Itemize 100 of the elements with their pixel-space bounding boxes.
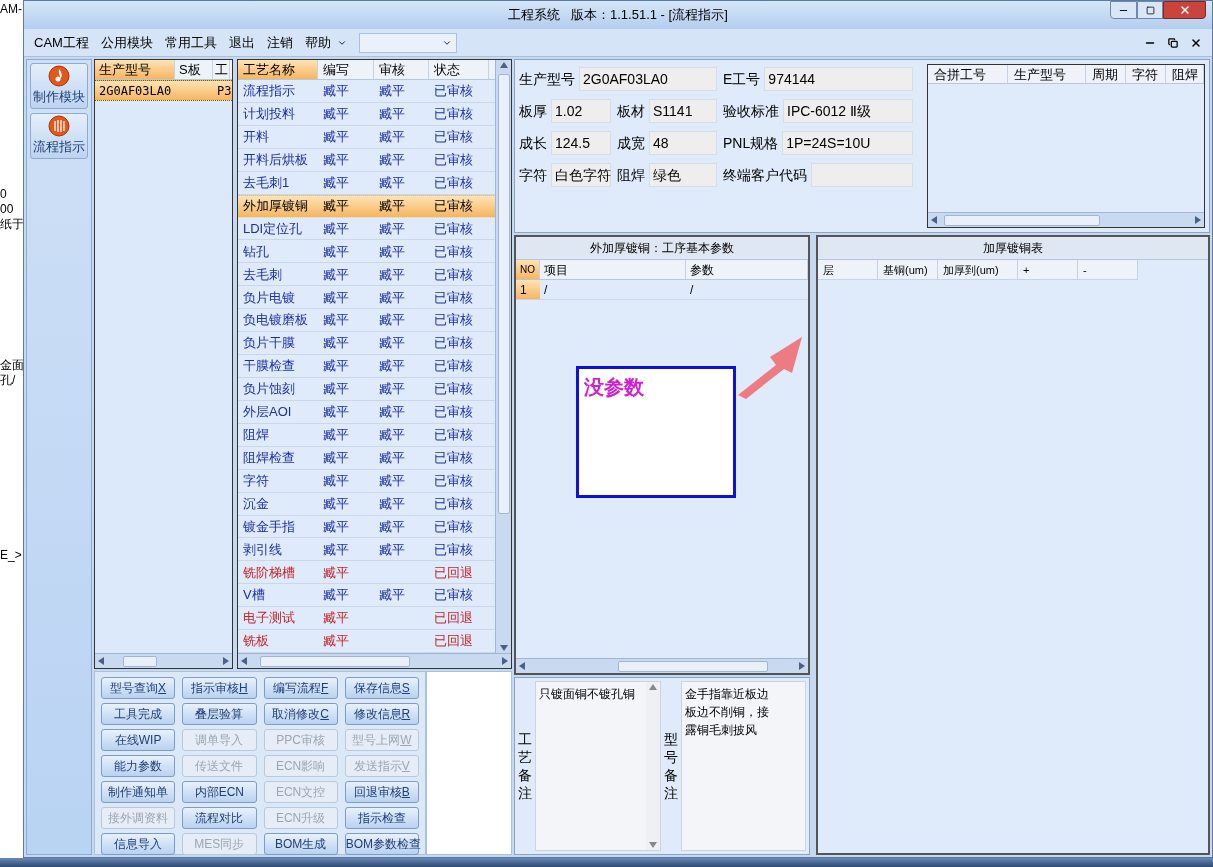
- column-header[interactable]: 层: [818, 260, 878, 280]
- process-row[interactable]: 去毛刺 臧平 臧平 已审核: [238, 263, 495, 287]
- scroll-down-arrow-icon[interactable]: [648, 842, 657, 848]
- column-header[interactable]: 加厚到(um): [938, 260, 1018, 280]
- notes-field[interactable]: 金手指靠近板边 板边不削铜，接 露铜毛刺披风: [680, 681, 806, 851]
- scroll-up-arrow-icon[interactable]: [648, 684, 657, 690]
- column-header[interactable]: 生产型号: [95, 60, 175, 79]
- menu-item[interactable]: 退出: [228, 32, 255, 53]
- action-button[interactable]: 指示审核H: [182, 677, 257, 699]
- action-button[interactable]: 回退审核B: [344, 781, 419, 803]
- text-field[interactable]: IPC-6012 Ⅱ级: [783, 99, 913, 123]
- column-header[interactable]: 工艺名称: [238, 60, 318, 79]
- action-button[interactable]: BOM生成: [263, 833, 338, 855]
- process-row[interactable]: 钻孔 臧平 臧平 已审核: [238, 240, 495, 264]
- action-button[interactable]: 指示检查: [344, 807, 419, 829]
- action-button[interactable]: 流程对比: [182, 807, 257, 829]
- process-row[interactable]: 剥引线 臧平 臧平 已审核: [238, 538, 495, 562]
- process-row[interactable]: V槽 臧平 臧平 已审核: [238, 584, 495, 608]
- action-button[interactable]: 取消修改C: [263, 703, 338, 725]
- process-row[interactable]: 字符 臧平 臧平 已审核: [238, 469, 495, 493]
- scroll-left-arrow-icon[interactable]: [241, 657, 247, 665]
- action-button[interactable]: 在线WIP: [101, 729, 176, 751]
- horizontal-scrollbar[interactable]: [928, 212, 1204, 227]
- column-header[interactable]: S板: [175, 60, 213, 79]
- column-header[interactable]: 项目: [540, 260, 686, 279]
- process-row[interactable]: 负电镀磨板 臧平 臧平 已审核: [238, 309, 495, 333]
- scroll-right-arrow-icon[interactable]: [799, 662, 805, 670]
- column-header[interactable]: 编写: [318, 60, 374, 79]
- column-header[interactable]: 合拼工号: [928, 65, 1008, 83]
- action-button[interactable]: 叠层验算: [182, 703, 257, 725]
- text-field[interactable]: 绿色: [649, 163, 717, 187]
- process-row[interactable]: 负片电镀 臧平 臧平 已审核: [238, 286, 495, 310]
- menu-item[interactable]: 注销: [266, 32, 293, 53]
- process-row[interactable]: 干膜检查 臧平 臧平 已审核: [238, 355, 495, 378]
- scroll-left-arrow-icon[interactable]: [931, 216, 937, 224]
- column-header[interactable]: 周期: [1086, 65, 1126, 83]
- column-header[interactable]: 状态: [429, 60, 489, 79]
- module-button[interactable]: 流程指示: [30, 113, 88, 159]
- scroll-right-arrow-icon[interactable]: [1195, 216, 1201, 224]
- column-header[interactable]: 阻焊: [1166, 65, 1204, 83]
- minimize-button[interactable]: [1110, 1, 1137, 19]
- module-button[interactable]: 制作模块: [30, 63, 88, 109]
- text-field[interactable]: 1.02: [551, 99, 611, 123]
- menu-item[interactable]: 公用模块: [100, 32, 153, 53]
- column-header[interactable]: 字符: [1126, 65, 1166, 83]
- restore-icon[interactable]: [1168, 37, 1178, 48]
- column-header[interactable]: -: [1078, 260, 1138, 280]
- horizontal-scrollbar[interactable]: [95, 653, 232, 668]
- action-button[interactable]: 型号查询X: [101, 677, 176, 699]
- action-button[interactable]: 内部ECN: [182, 781, 257, 803]
- column-header[interactable]: 工: [213, 60, 230, 79]
- process-row[interactable]: 电子测试 臧平 已回退: [238, 607, 495, 631]
- menu-item[interactable]: CAM工程: [34, 32, 89, 53]
- maximize-button[interactable]: [1137, 1, 1163, 19]
- text-field[interactable]: S1141: [649, 99, 717, 123]
- menu-item[interactable]: 常用工具: [164, 32, 217, 53]
- menu-item[interactable]: 帮助: [304, 32, 331, 53]
- text-field[interactable]: 白色字符: [551, 163, 611, 187]
- process-row[interactable]: 负片干膜 臧平 臧平 已审核: [238, 332, 495, 356]
- model-row[interactable]: 2G0AF03LA0 P3: [95, 80, 232, 101]
- scroll-left-arrow-icon[interactable]: [519, 662, 525, 670]
- process-row[interactable]: LDI定位孔 臧平 臧平 已审核: [238, 217, 495, 241]
- process-row[interactable]: 沉金 臧平 臧平 已审核: [238, 492, 495, 516]
- column-header[interactable]: +: [1018, 260, 1078, 280]
- vertical-scrollbar[interactable]: [495, 60, 511, 653]
- column-header[interactable]: NO: [516, 260, 540, 279]
- process-row[interactable]: 阻焊 臧平 臧平 已审核: [238, 423, 495, 447]
- scroll-right-arrow-icon[interactable]: [502, 657, 508, 665]
- text-field[interactable]: 2G0AF03LA0: [579, 67, 717, 91]
- notes-field[interactable]: 只镀面铜不镀孔铜: [535, 681, 661, 851]
- process-row[interactable]: 开料后烘板 臧平 臧平 已审核: [238, 148, 495, 172]
- horizontal-scrollbar[interactable]: [516, 658, 808, 673]
- column-header[interactable]: 参数: [686, 260, 808, 279]
- column-header[interactable]: 生产型号: [1008, 65, 1086, 83]
- process-row[interactable]: 流程指示 臧平 臧平 已审核: [238, 80, 495, 103]
- action-button[interactable]: 修改信息R: [344, 703, 419, 725]
- process-row[interactable]: 去毛刺1 臧平 臧平 已审核: [238, 171, 495, 195]
- text-field[interactable]: 124.5: [551, 131, 611, 155]
- close-icon[interactable]: [1190, 36, 1202, 49]
- process-row[interactable]: 铣阶梯槽 臧平 已回退: [238, 561, 495, 585]
- text-field[interactable]: [811, 163, 913, 187]
- process-row[interactable]: 阻焊检查 臧平 臧平 已审核: [238, 446, 495, 470]
- action-button[interactable]: 保存信息S: [344, 677, 419, 699]
- scroll-up-arrow-icon[interactable]: [499, 62, 508, 68]
- text-field[interactable]: 1P=24S=10U: [782, 131, 913, 155]
- scroll-down-arrow-icon[interactable]: [499, 645, 508, 651]
- process-row[interactable]: 负片蚀刻 臧平 臧平 已审核: [238, 378, 495, 401]
- action-button[interactable]: 工具完成: [101, 703, 176, 725]
- process-row[interactable]: 外层AOI 臧平 臧平 已审核: [238, 400, 495, 424]
- column-header[interactable]: 基铜(um): [878, 260, 938, 280]
- action-button[interactable]: 信息导入: [101, 833, 176, 855]
- text-field[interactable]: 48: [649, 131, 717, 155]
- horizontal-scrollbar[interactable]: [238, 653, 511, 668]
- process-row[interactable]: 镀金手指 臧平 臧平 已审核: [238, 515, 495, 539]
- action-button[interactable]: 能力参数: [101, 755, 176, 777]
- process-row[interactable]: 外加厚镀铜 臧平 臧平 已审核: [238, 194, 495, 218]
- close-button[interactable]: [1163, 1, 1206, 19]
- process-row[interactable]: 计划投料 臧平 臧平 已审核: [238, 102, 495, 126]
- action-button[interactable]: 编写流程F: [263, 677, 338, 699]
- process-row[interactable]: 开料 臧平 臧平 已审核: [238, 125, 495, 149]
